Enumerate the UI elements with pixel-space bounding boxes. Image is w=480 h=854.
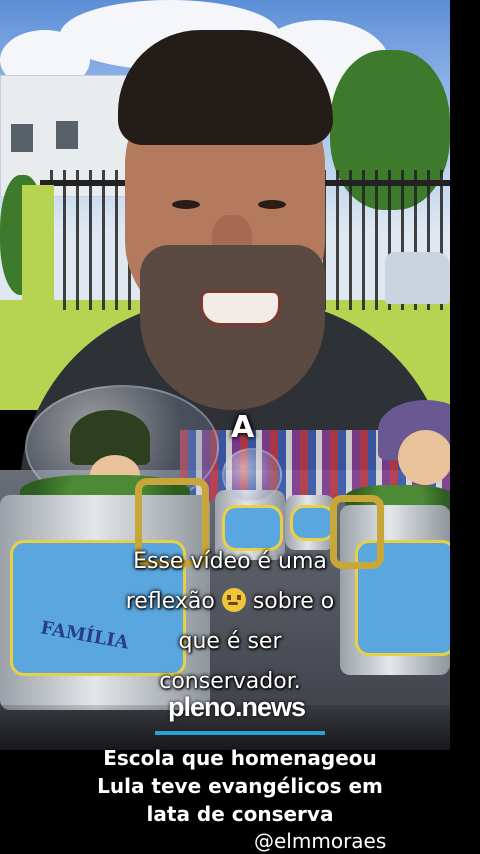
caption-line-1: Esse vídeo é uma	[133, 549, 327, 574]
headline-line-2: Lula teve evangélicos em	[97, 774, 383, 798]
brand-logo: pleno.news	[168, 692, 306, 722]
brand-underline	[155, 731, 325, 735]
caption-line-2a: reflexão	[125, 589, 215, 614]
glass-dome	[222, 448, 282, 502]
headline-line-3: lata de conserva	[146, 802, 334, 826]
figure-head	[398, 430, 453, 485]
username-handle[interactable]: @elmmoraes	[254, 829, 386, 853]
parked-car	[385, 252, 450, 304]
caption-line-2b: sobre o	[252, 589, 335, 614]
news-headline: Escola que homenageou Lula teve evangéli…	[60, 744, 420, 828]
wall-pillar	[22, 185, 54, 315]
right-black-bar	[450, 0, 480, 854]
caption-line-3: que é ser	[178, 629, 282, 654]
caption-line-2: reflexão sobre o	[100, 582, 360, 622]
person-mouth	[200, 290, 281, 326]
person-eye	[258, 200, 286, 209]
overlay-letter: A	[231, 410, 255, 445]
headline-line-1: Escola que homenageou	[103, 746, 377, 770]
video-frame[interactable]: FAMÍLIA A Esse vídeo é uma reflexão sobr…	[0, 0, 480, 854]
thinking-face-icon	[221, 588, 246, 612]
person-eye	[172, 200, 200, 209]
video-caption: Esse vídeo é uma reflexão sobre o que é …	[100, 542, 360, 702]
